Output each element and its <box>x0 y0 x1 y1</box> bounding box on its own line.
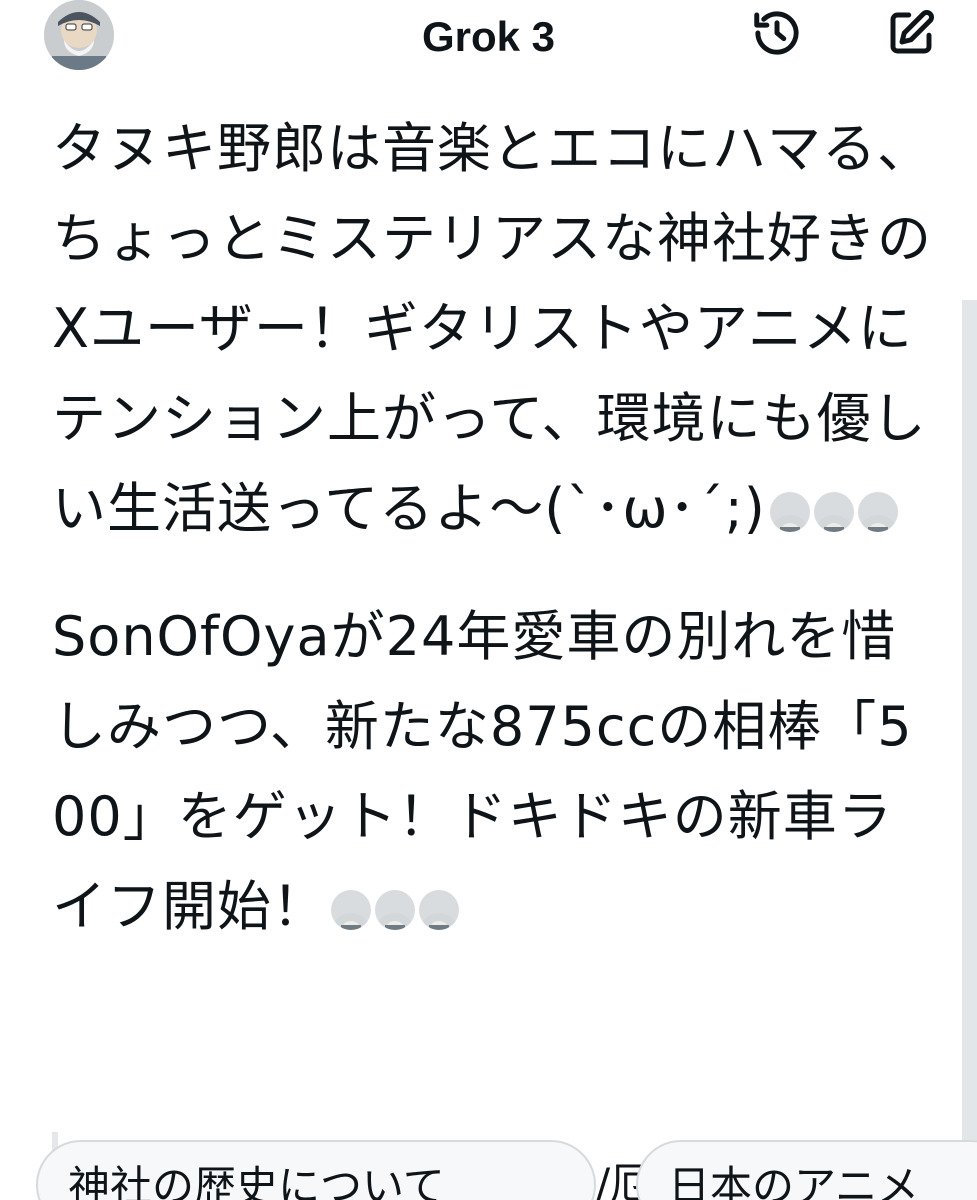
mascot-emoji-icon <box>419 890 459 931</box>
grok-chat-screen: Grok 3 タヌキ野郎は音楽とエコにハマる、ちょっとミステリアスな神社好きのX… <box>0 0 977 1200</box>
suggestion-chip-japanese-anime[interactable]: 日本のアニメ <box>636 1140 977 1200</box>
chat-response: タヌキ野郎は音楽とエコにハマる、ちょっとミステリアスな神社好きのXユーザー！ギタ… <box>52 104 932 952</box>
top-bar: Grok 3 <box>0 0 977 80</box>
emoji-group <box>327 875 459 938</box>
scrollbar[interactable] <box>962 300 977 1200</box>
mascot-emoji-icon <box>375 890 415 931</box>
history-icon[interactable] <box>748 4 806 62</box>
mascot-emoji-icon <box>857 492 898 533</box>
suggestion-chip-shrine-history[interactable]: 神社の歴史について <box>36 1140 596 1200</box>
mascot-emoji-icon <box>813 492 854 533</box>
page-title: Grok 3 <box>421 13 556 60</box>
emoji-group <box>766 477 898 540</box>
mascot-emoji-icon <box>331 890 371 931</box>
compose-icon[interactable] <box>882 4 940 62</box>
message-paragraph: SonOfOyaが24年愛車の別れを惜しみつつ、新たな875ccの相棒「500」… <box>52 592 932 952</box>
message-paragraph: タヌキ野郎は音楽とエコにハマる、ちょっとミステリアスな神社好きのXユーザー！ギタ… <box>52 104 932 554</box>
mascot-emoji-icon <box>769 492 810 533</box>
message-text: SonOfOyaが24年愛車の別れを惜しみつつ、新たな875ccの相棒「500」… <box>52 605 913 938</box>
